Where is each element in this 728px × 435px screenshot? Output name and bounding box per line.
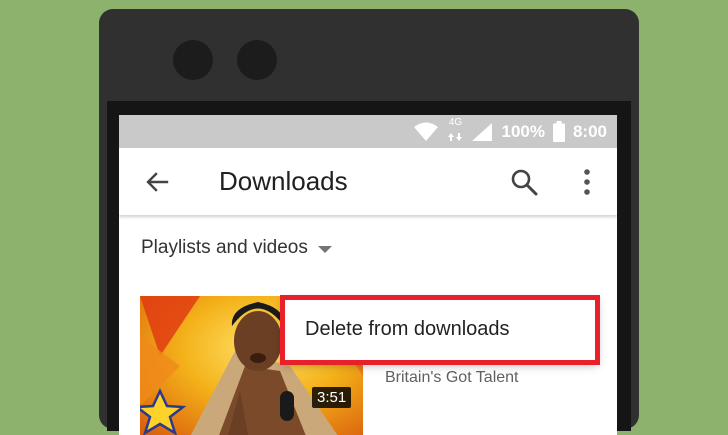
video-duration: 3:51 xyxy=(312,387,352,408)
status-time: 8:00 xyxy=(572,121,607,141)
sensor-icon xyxy=(237,40,277,80)
search-icon[interactable] xyxy=(509,167,539,197)
dropdown-caret-icon xyxy=(317,245,332,253)
filter-label: Playlists and videos xyxy=(141,237,308,258)
status-icons: 4G 100% 8:00 xyxy=(413,115,607,148)
battery-icon xyxy=(552,121,565,142)
camera-icon xyxy=(173,40,213,80)
network-type: 4G xyxy=(447,116,463,146)
signal-icon xyxy=(472,122,493,141)
wifi-icon xyxy=(414,122,439,141)
status-bar: 4G 100% 8:00 xyxy=(119,115,617,148)
network-type-label: 4G xyxy=(448,116,463,128)
page-title: Downloads xyxy=(219,166,348,196)
more-vert-icon[interactable] xyxy=(577,166,597,198)
app-bar: Downloads xyxy=(119,148,617,215)
battery-percent: 100% xyxy=(501,121,545,141)
playlists-videos-dropdown[interactable]: Playlists and videos xyxy=(141,237,332,259)
device-screen: 4G 100% 8:00 Downloads Playlists and vid… xyxy=(119,115,617,435)
network-arrows-icon xyxy=(448,132,463,141)
delete-from-downloads-item[interactable]: Delete from downloads xyxy=(305,318,510,341)
video-channel[interactable]: Britain's Got Talent xyxy=(385,369,519,387)
context-menu: Delete from downloads xyxy=(280,295,600,365)
back-arrow-icon[interactable] xyxy=(143,168,171,196)
